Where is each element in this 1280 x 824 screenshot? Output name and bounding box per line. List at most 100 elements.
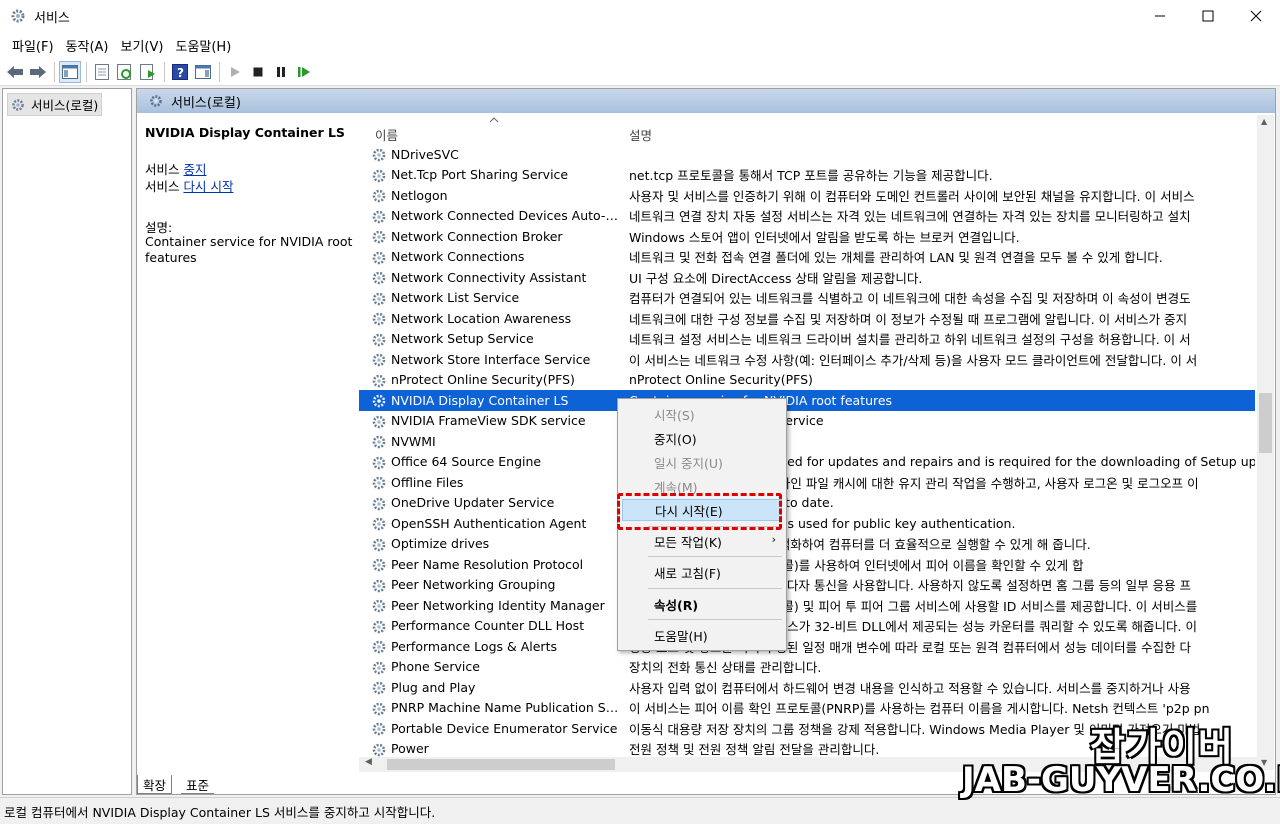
vertical-scrollbar[interactable]: ▲ ▼ xyxy=(1257,115,1274,770)
help-button[interactable]: ? xyxy=(169,61,191,83)
sort-ascending-icon xyxy=(489,117,499,123)
service-row[interactable]: Offline Files오프라인 파일 서비스는 오프라인 파일 캐시에 대한… xyxy=(359,472,1255,493)
menu-view[interactable]: 보기(V) xyxy=(115,36,170,55)
console-tree-button[interactable] xyxy=(59,61,81,83)
service-row[interactable]: Office 64 Source EngineSaves installatio… xyxy=(359,452,1255,473)
service-row[interactable]: NVIDIA Display Container LSContainer ser… xyxy=(359,390,1255,411)
start-service-button[interactable] xyxy=(224,61,246,83)
service-row[interactable]: Peer Networking Grouping피어 투 피어 그룹화를 사용한… xyxy=(359,575,1255,596)
service-gear-icon xyxy=(371,454,388,471)
service-row[interactable]: NVWMI xyxy=(359,431,1255,452)
service-row[interactable]: Net.Tcp Port Sharing Servicenet.tcp 프로토콜… xyxy=(359,165,1255,186)
service-description: 사용자 입력 없이 컴퓨터에서 하드웨어 변경 내용을 인식하고 적용할 수 있… xyxy=(629,678,1255,697)
service-name: NVWMI xyxy=(391,434,619,449)
pause-service-button[interactable] xyxy=(270,61,292,83)
service-name: Net.Tcp Port Sharing Service xyxy=(391,167,619,182)
restart-icon xyxy=(297,66,311,78)
menu-separator xyxy=(648,556,782,557)
service-row[interactable]: NDriveSVC xyxy=(359,144,1255,165)
service-gear-icon xyxy=(371,433,388,450)
service-gear-icon xyxy=(371,515,388,532)
service-row[interactable]: Performance Logs & Alerts성능 로그 및 경고는 미리 … xyxy=(359,636,1255,657)
back-button[interactable] xyxy=(4,61,26,83)
service-row[interactable]: Network Setup Service네트워크 설정 서비스는 네트워크 드… xyxy=(359,329,1255,350)
refresh-button[interactable] xyxy=(114,61,136,83)
service-row[interactable]: nProtect Online Security(PFS)nProtect On… xyxy=(359,370,1255,391)
service-name: NDriveSVC xyxy=(391,147,619,162)
service-row[interactable]: Network Location Awareness네트워크에 대한 구성 정보… xyxy=(359,308,1255,329)
minimize-button[interactable] xyxy=(1136,0,1184,32)
service-row[interactable]: Network List Service컴퓨터가 연결되어 있는 네트워크를 식… xyxy=(359,288,1255,309)
menu-file[interactable]: 파일(F) xyxy=(6,36,60,55)
service-name: Portable Device Enumerator Service xyxy=(391,721,619,736)
service-description: UI 구성 요소에 DirectAccess 상태 알림을 제공합니다. xyxy=(629,268,1255,287)
service-row[interactable]: NVIDIA FrameView SDK serviceNVIDIA Frame… xyxy=(359,411,1255,432)
menu-item-all-tasks[interactable]: 모든 작업(K) › xyxy=(618,530,786,552)
service-name: Network Connection Broker xyxy=(391,229,619,244)
service-gear-icon xyxy=(371,495,388,512)
column-header-name[interactable]: 이름 xyxy=(375,125,398,144)
restart-service-button[interactable] xyxy=(293,61,315,83)
tree-node-services-local[interactable]: 서비스(로컬) xyxy=(7,93,102,116)
service-row[interactable]: Optimize drives저장소 드라이브의 파일을 최적화하여 컴퓨터를 … xyxy=(359,534,1255,555)
service-gear-icon xyxy=(371,577,388,594)
maximize-button[interactable] xyxy=(1184,0,1232,32)
service-row[interactable]: Peer Name Resolution ProtocolPNRP(피어 이름 … xyxy=(359,554,1255,575)
menu-item-properties[interactable]: 속성(R) xyxy=(618,593,786,615)
export-list-button[interactable] xyxy=(137,61,159,83)
scroll-left-icon[interactable]: ◀ xyxy=(365,757,372,767)
horizontal-scroll-thumb[interactable] xyxy=(387,759,615,770)
service-description: nProtect Online Security(PFS) xyxy=(629,372,1255,387)
close-button[interactable] xyxy=(1232,0,1280,32)
service-name: Plug and Play xyxy=(391,680,619,695)
service-gear-icon xyxy=(371,700,388,717)
service-row[interactable]: Network Store Interface Service이 서비스는 네트… xyxy=(359,349,1255,370)
detail-restart-prefix: 서비스 xyxy=(145,179,183,194)
service-row[interactable]: OneDrive Updater ServiceKeeps your OneDr… xyxy=(359,493,1255,514)
toolbar-separator xyxy=(86,62,87,82)
menu-item-pause[interactable]: 일시 중지(U) xyxy=(618,451,786,473)
detail-stop-prefix: 서비스 xyxy=(145,162,183,177)
menu-item-refresh[interactable]: 새로 고침(F) xyxy=(618,561,786,583)
column-header-description[interactable]: 설명 xyxy=(629,125,652,144)
service-row[interactable]: Netlogon사용자 및 서비스를 인증하기 위해 이 컴퓨터와 도메인 컨트… xyxy=(359,185,1255,206)
service-row[interactable]: Network Connected Devices Auto-Se...네트워크… xyxy=(359,206,1255,227)
service-name: Peer Networking Grouping xyxy=(391,577,619,592)
detail-description-label: 설명: xyxy=(145,217,355,234)
play-icon xyxy=(229,66,241,78)
properties-sheet-button[interactable] xyxy=(91,61,113,83)
restart-service-link[interactable]: 다시 시작 xyxy=(183,179,233,194)
service-row[interactable]: Network Connection BrokerWindows 스토어 앱이 … xyxy=(359,226,1255,247)
service-row[interactable]: Peer Networking Identity ManagerPNRP(피어 … xyxy=(359,595,1255,616)
menu-action[interactable]: 동작(A) xyxy=(60,36,115,55)
service-row[interactable]: OpenSSH Authentication AgentAgent to hol… xyxy=(359,513,1255,534)
forward-button[interactable] xyxy=(27,61,49,83)
detail-stop-line: 서비스 중지 xyxy=(145,159,355,176)
service-gear-icon xyxy=(371,269,388,286)
action-pane-icon xyxy=(195,65,211,79)
service-row[interactable]: Network Connectivity AssistantUI 구성 요소에 … xyxy=(359,267,1255,288)
tab-standard[interactable]: 표준 xyxy=(181,775,214,794)
menu-item-start[interactable]: 시작(S) xyxy=(618,403,786,425)
menu-help[interactable]: 도움말(H) xyxy=(169,36,237,55)
stop-service-link[interactable]: 중지 xyxy=(183,162,206,177)
service-row[interactable]: Performance Counter DLL Host원격 사용자 및 64비… xyxy=(359,616,1255,637)
service-name: Optimize drives xyxy=(391,536,619,551)
service-row[interactable]: Phone Service장치의 전화 통신 상태를 관리합니다. xyxy=(359,657,1255,678)
stop-service-button[interactable] xyxy=(247,61,269,83)
service-name: NVIDIA FrameView SDK service xyxy=(391,413,619,428)
menu-item-help[interactable]: 도움말(H) xyxy=(618,624,786,646)
scroll-up-icon[interactable]: ▲ xyxy=(1261,117,1267,126)
vertical-scroll-thumb[interactable] xyxy=(1259,393,1272,453)
service-row[interactable]: PNRP Machine Name Publication Ser...이 서비… xyxy=(359,698,1255,719)
service-description: 네트워크 및 전화 접속 연결 폴더에 있는 개체를 관리하여 LAN 및 원격… xyxy=(629,247,1255,266)
service-row[interactable]: Network Connections네트워크 및 전화 접속 연결 폴더에 있… xyxy=(359,247,1255,268)
service-description: 컴퓨터가 연결되어 있는 네트워크를 식별하고 이 네트워크에 대한 속성을 수… xyxy=(629,288,1255,307)
service-name: PNRP Machine Name Publication Ser... xyxy=(391,700,619,715)
tab-extended[interactable]: 확장 xyxy=(137,775,172,794)
service-row[interactable]: Plug and Play 사용자 입력 없이 컴퓨터에서 하드웨어 변경 내용을… xyxy=(359,677,1255,698)
menu-item-stop[interactable]: 중지(O) xyxy=(618,427,786,449)
stop-icon xyxy=(252,66,264,78)
service-name: Network Setup Service xyxy=(391,331,619,346)
action-pane-button[interactable] xyxy=(192,61,214,83)
